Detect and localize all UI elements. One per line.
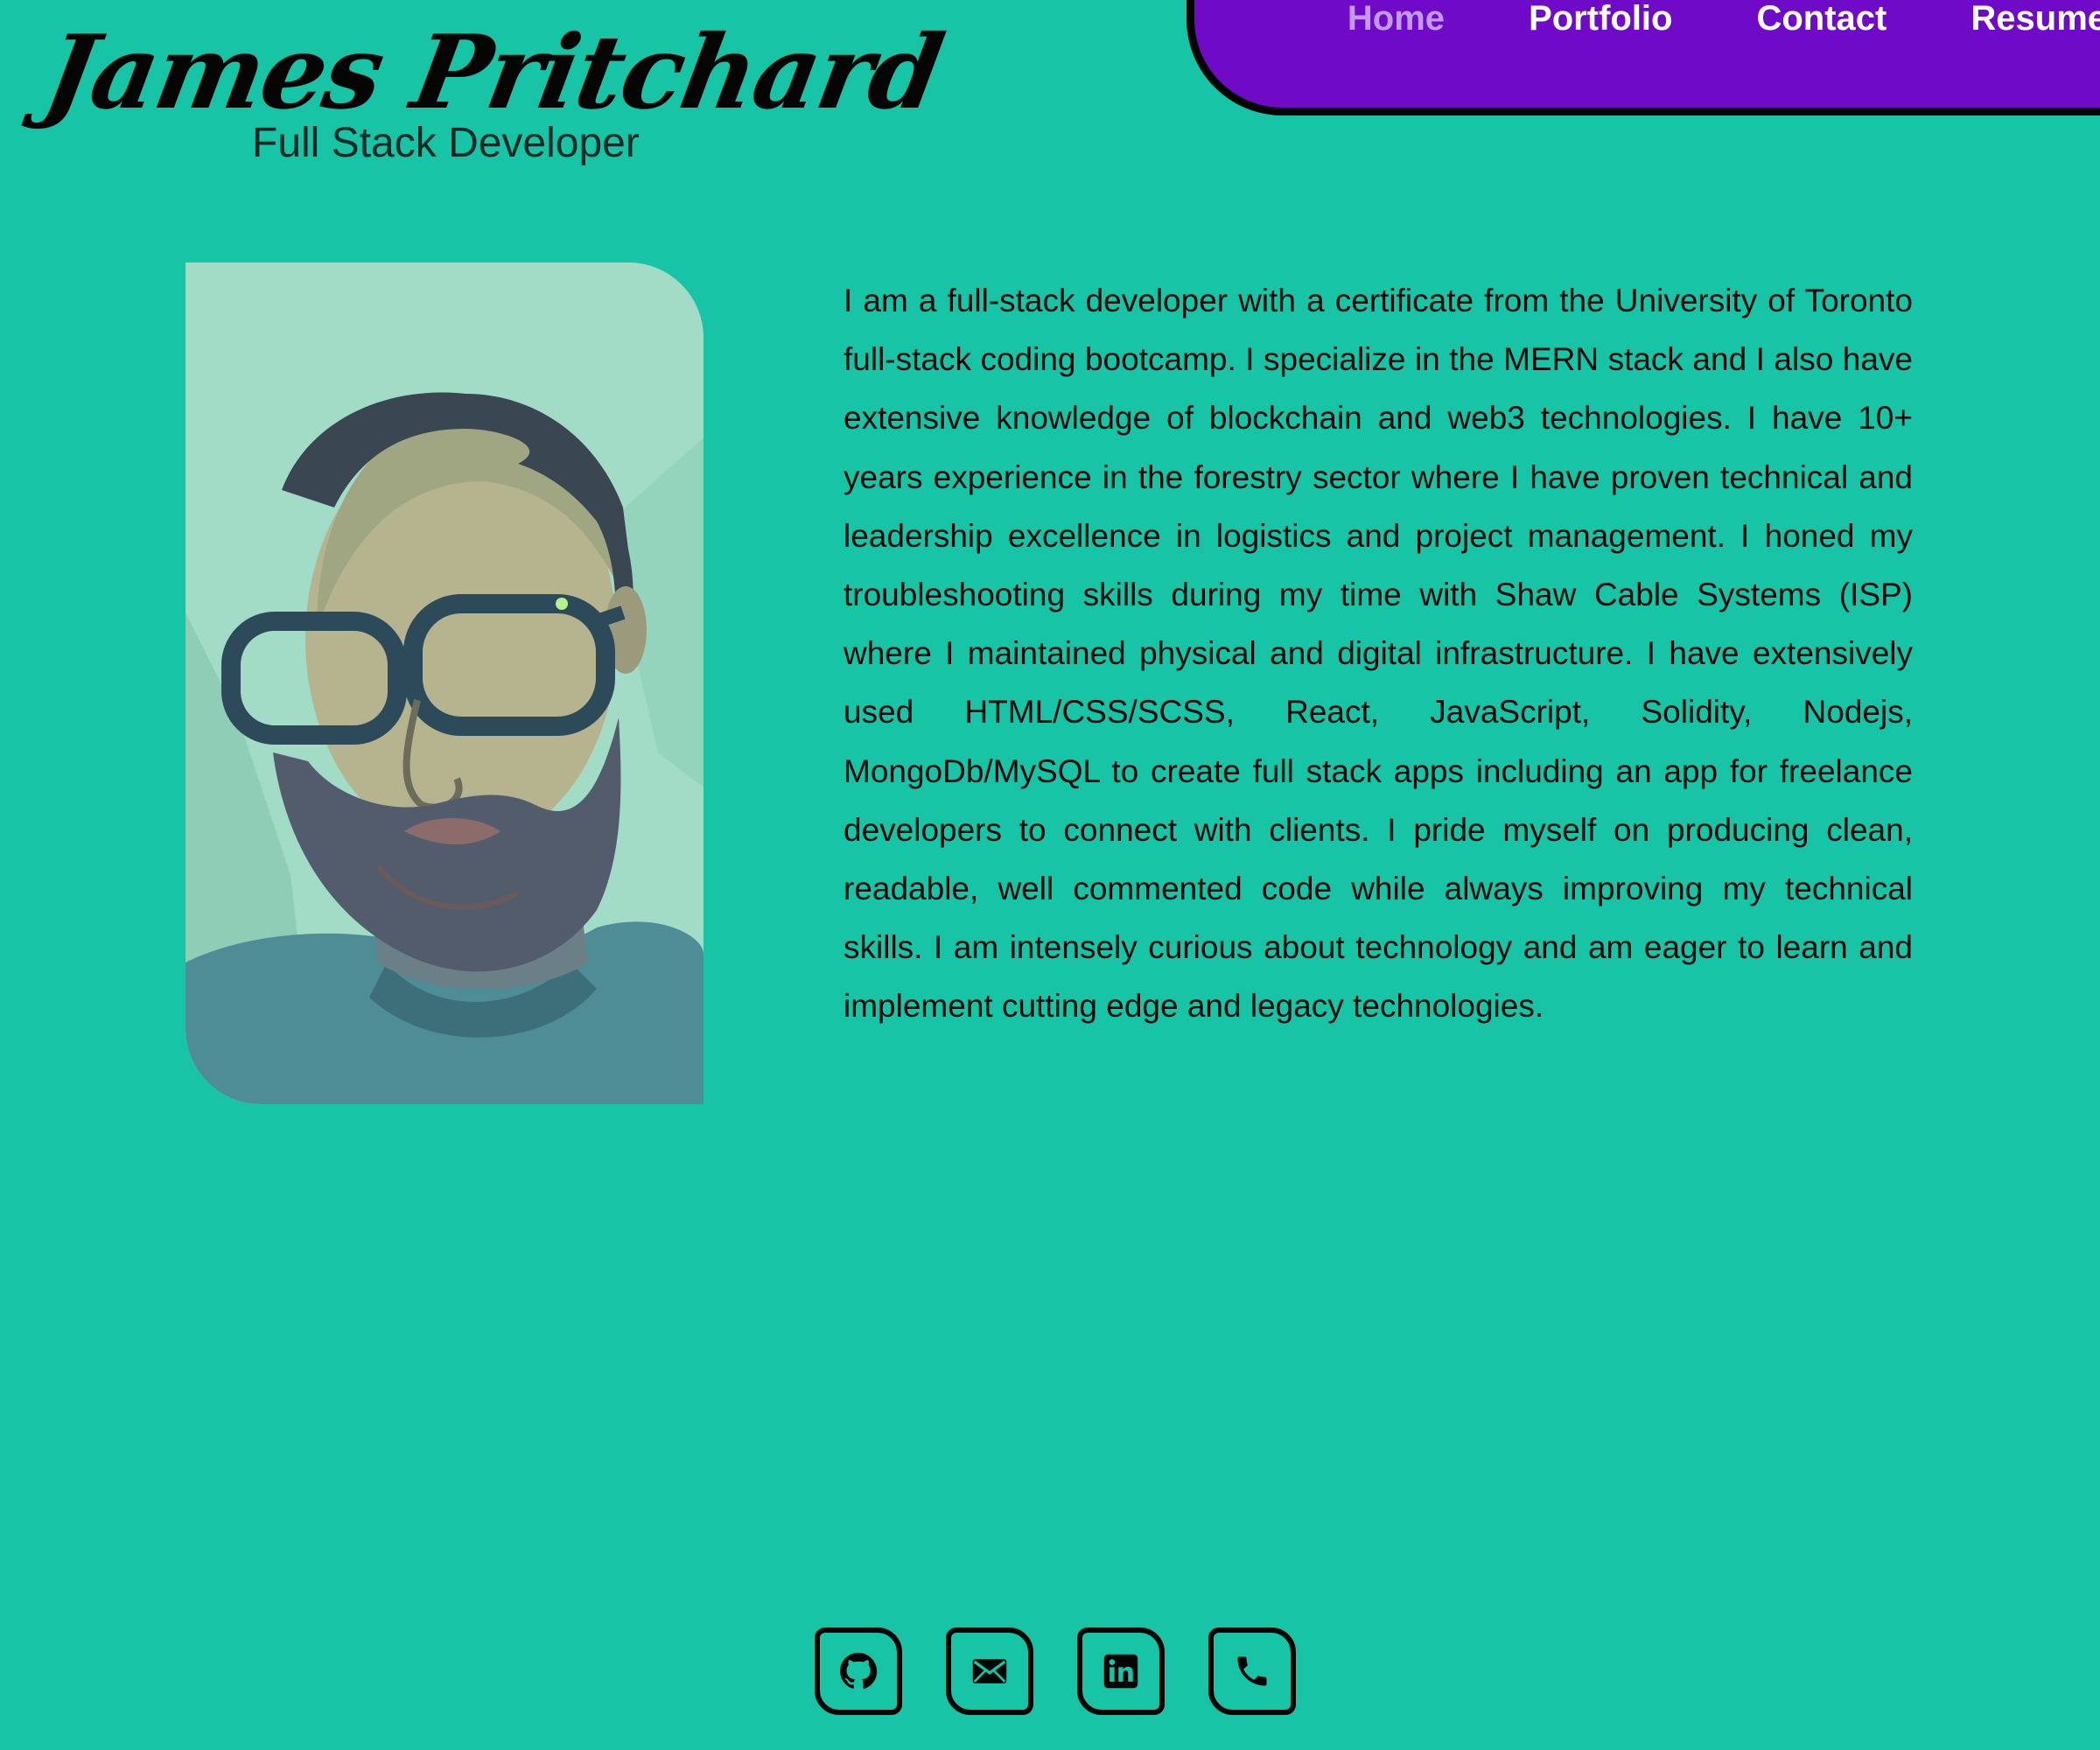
profile-photo-illustration bbox=[186, 262, 704, 1104]
nav-link-home[interactable]: Home bbox=[1348, 0, 1445, 38]
linkedin-icon bbox=[1103, 1654, 1138, 1689]
email-icon bbox=[972, 1659, 1007, 1684]
brand: James Pritchard Full Stack Developer bbox=[35, 7, 950, 173]
bio-text: I am a full-stack developer with a certi… bbox=[844, 283, 1913, 1025]
phone-icon bbox=[1237, 1656, 1267, 1686]
main-nav: Home Portfolio Contact Resume bbox=[1186, 0, 2100, 116]
nav-link-resume[interactable]: Resume bbox=[1970, 0, 2100, 38]
nav-link-contact[interactable]: Contact bbox=[1756, 0, 1886, 38]
github-link[interactable] bbox=[815, 1628, 902, 1715]
profile-photo bbox=[186, 262, 704, 1104]
github-icon bbox=[840, 1652, 878, 1690]
linkedin-link[interactable] bbox=[1077, 1628, 1165, 1715]
nav-links: Home Portfolio Contact Resume bbox=[1348, 0, 2100, 38]
site-subtitle: Full Stack Developer bbox=[252, 120, 640, 166]
social-links bbox=[0, 1628, 2100, 1715]
phone-link[interactable] bbox=[1208, 1628, 1296, 1715]
nav-link-portfolio[interactable]: Portfolio bbox=[1529, 0, 1672, 38]
email-link[interactable] bbox=[946, 1628, 1033, 1715]
